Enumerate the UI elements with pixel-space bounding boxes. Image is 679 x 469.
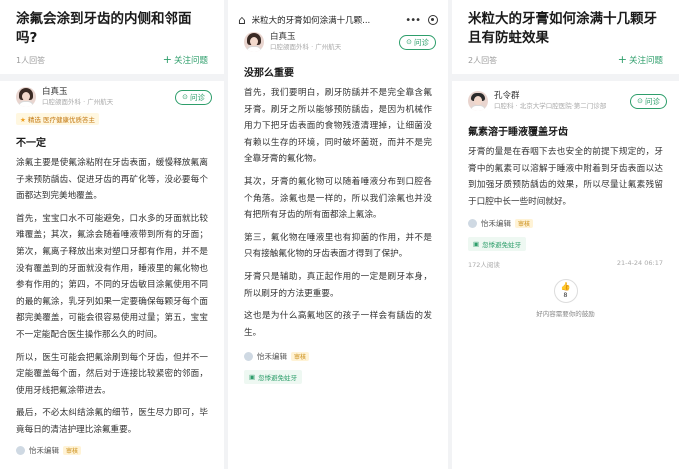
editor-name[interactable]: 怡禾编辑 bbox=[257, 351, 287, 362]
section-divider bbox=[452, 74, 679, 81]
consult-label: 问诊 bbox=[414, 37, 429, 47]
avatar[interactable] bbox=[16, 87, 36, 107]
answer-panel-3: 米粒大的牙膏如何涂满十几颗牙且有防蛀效果 2人回答 + 关注问题 孔令群 口腔科 … bbox=[452, 0, 679, 469]
consult-button[interactable]: ⊙ 问诊 bbox=[175, 89, 212, 105]
doctor-dept: 口腔科 · 北京大学口腔医院·第二门诊部 bbox=[494, 102, 607, 110]
consult-button[interactable]: ⊙ 问诊 bbox=[399, 34, 436, 50]
answer-paragraph: 其次，牙膏的氟化物可以随着唾液分布到口腔各个角落。涂氟也是一样的，所以我们涂氟也… bbox=[244, 176, 432, 221]
like-prompt: 好内容需要你的鼓励 bbox=[536, 310, 595, 319]
answer-paragraph: 首先，宝宝口水不可能避免，口水多的牙面就比较难覆盖；其次，氟涂会随着唾液带到所有… bbox=[16, 213, 208, 340]
editor-line: 怡禾编辑 审核 bbox=[0, 439, 224, 456]
avatar[interactable] bbox=[244, 32, 264, 52]
chat-icon: ⊙ bbox=[637, 97, 643, 105]
editor-line: 怡禾编辑 审核 bbox=[452, 210, 679, 229]
plus-icon: + bbox=[162, 53, 172, 66]
like-button[interactable]: 👍 8 bbox=[553, 279, 578, 304]
answer-paragraph: 涂氟主要是使氟涂粘附在牙齿表面，缓慢释放氟离子来预防龋齿、促进牙齿的再矿化等，没… bbox=[16, 158, 208, 202]
question-title[interactable]: 米粒大的牙膏如何涂满十几颗牙且有防蛀效果 bbox=[452, 0, 679, 48]
answer-paragraph: 这也是为什么高氟地区的孩子一样会有龋齿的发生。 bbox=[244, 311, 432, 338]
topic-chip[interactable]: ▣ 忽悸避免蛀牙 bbox=[244, 370, 303, 385]
read-count: 172人阅读 bbox=[468, 261, 500, 270]
close-mini-program-icon[interactable] bbox=[428, 15, 438, 25]
editor-name[interactable]: 怡禾编辑 bbox=[481, 218, 511, 229]
doctor-header: 白真玉 口腔颌面外科 · 广州航天 ⊙ 问诊 bbox=[228, 30, 448, 52]
answer-panel-1: 涂氟会涂到牙齿的内侧和邻面吗? 1人回答 + 关注问题 白真玉 口腔颌面外科 · … bbox=[0, 0, 224, 469]
thumbs-up-icon: 👍 bbox=[560, 282, 571, 292]
answer-paragraph: 首先，我们要明白，刷牙防龋并不是完全靠含氟牙膏。刷牙之所以能够预防龋齿，是因为机… bbox=[244, 88, 432, 165]
more-icon[interactable]: ••• bbox=[405, 15, 421, 26]
answer-paragraph: 第三，氟化物在唾液里也有抑菌的作用，并不是只有接触氟化物的牙齿表面才得到了保护。 bbox=[244, 232, 432, 260]
consult-label: 问诊 bbox=[645, 96, 660, 106]
home-icon[interactable]: ⌂ bbox=[238, 13, 246, 27]
nav-title: 米粒大的牙膏如何涂满十几颗... bbox=[251, 16, 371, 26]
question-title[interactable]: 涂氟会涂到牙齿的内侧和邻面吗? bbox=[0, 0, 224, 48]
editor-avatar-icon bbox=[244, 352, 253, 362]
review-tag: 审核 bbox=[291, 352, 310, 362]
publish-date: 21-4-24 06:17 bbox=[616, 259, 663, 268]
answer-panel-2: ⌂ 米粒大的牙膏如何涂满十几颗... ••• 白真玉 口腔颌面外科 · 广州航天… bbox=[228, 0, 448, 469]
follow-question-button[interactable]: + 关注问题 bbox=[163, 54, 208, 66]
editor-name[interactable]: 怡禾编辑 bbox=[29, 445, 59, 456]
review-tag: 审核 bbox=[63, 445, 82, 455]
doctor-dept: 口腔颌面外科 · 广州航天 bbox=[270, 43, 342, 51]
section-divider bbox=[0, 74, 224, 81]
tooth-icon: ▣ bbox=[473, 240, 480, 249]
chat-icon: ⊙ bbox=[182, 93, 188, 101]
answer-count: 2人回答 bbox=[468, 55, 498, 65]
editor-line: 怡禾编辑 审核 bbox=[228, 341, 448, 362]
read-stats: 172人阅读 21-4-24 06:17 bbox=[452, 251, 679, 269]
editor-avatar-icon bbox=[468, 219, 477, 229]
answer-paragraph: 最后，不必太纠结涂氟的细节，医生尽力即可，毕竟每日的清洁护理比涂氟重要。 bbox=[16, 408, 208, 435]
star-icon: ★ bbox=[20, 116, 26, 124]
topic-chip[interactable]: ▣ 忽悸避免蛀牙 bbox=[468, 237, 527, 252]
topic-label: 忽悸避免蛀牙 bbox=[482, 241, 522, 250]
avatar[interactable] bbox=[468, 91, 488, 111]
like-count: 8 bbox=[563, 291, 568, 300]
answer-paragraph: 牙膏的量是在吞咽下去也安全的前提下规定的，牙膏中的氟素可以溶解于睡液中附着到牙齿… bbox=[468, 147, 663, 207]
follow-question-button[interactable]: + 关注问题 bbox=[618, 54, 663, 66]
consult-button[interactable]: ⊙ 问诊 bbox=[630, 93, 667, 109]
doctor-header: 白真玉 口腔颌面外科 · 广州航天 ⊙ 问诊 bbox=[0, 81, 224, 107]
consult-label: 问诊 bbox=[190, 92, 205, 102]
answer-count: 1人回答 bbox=[16, 55, 46, 65]
top-nav-bar: ⌂ 米粒大的牙膏如何涂满十几颗... ••• bbox=[228, 0, 448, 30]
question-meta: 2人回答 + 关注问题 bbox=[452, 48, 679, 66]
doctor-dept: 口腔颌面外科 · 广州航天 bbox=[42, 98, 114, 106]
doctor-name[interactable]: 白真玉 bbox=[42, 87, 175, 98]
answer-heading: 不一定 bbox=[16, 138, 46, 149]
answer-paragraph: 所以，医生可能会把氟涂刷到每个牙齿，但并不一定能覆盖每个面，然后对于连接比较紧密… bbox=[16, 352, 208, 396]
like-section: 👍 8 好内容需要你的鼓励 bbox=[452, 279, 679, 318]
answer-heading: 没那么重要 bbox=[244, 68, 294, 79]
expert-badge: ★ 精选 医疗健康优质答主 bbox=[16, 113, 99, 125]
chat-icon: ⊙ bbox=[406, 38, 412, 46]
follow-label: 关注问题 bbox=[628, 56, 663, 66]
doctor-name[interactable]: 白真玉 bbox=[270, 32, 399, 43]
doctor-header: 孔令群 口腔科 · 北京大学口腔医院·第二门诊部 ⊙ 问诊 bbox=[452, 81, 679, 111]
plus-icon: + bbox=[617, 53, 627, 66]
topic-label: 忽悸避免蛀牙 bbox=[258, 374, 298, 383]
tooth-icon: ▣ bbox=[249, 373, 256, 382]
follow-label: 关注问题 bbox=[173, 56, 208, 66]
question-meta: 1人回答 + 关注问题 bbox=[0, 48, 224, 66]
editor-avatar-icon bbox=[16, 445, 25, 455]
doctor-name[interactable]: 孔令群 bbox=[494, 91, 630, 102]
review-tag: 审核 bbox=[515, 219, 534, 229]
answer-heading: 氟素溶于睡液覆盖牙齿 bbox=[468, 127, 568, 138]
badge-text: 精选 医疗健康优质答主 bbox=[27, 116, 95, 124]
answer-paragraph: 牙膏只是辅助，真正起作用的一定是刷牙本身，所以刷牙的方法更重要。 bbox=[244, 271, 432, 299]
